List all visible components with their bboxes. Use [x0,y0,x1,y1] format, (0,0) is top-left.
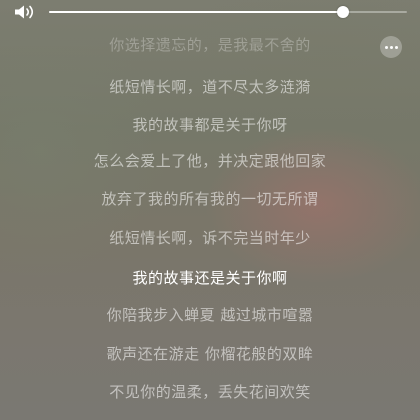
lyric-line[interactable]: 你选择遗忘的，是我最不舍的 [0,35,420,55]
volume-slider[interactable] [49,6,407,18]
volume-bar [0,0,420,26]
lyric-line[interactable]: 歌声还在游走 你榴花般的双眸 [0,344,420,364]
lyric-line[interactable]: 我的故事都是关于你呀 [0,115,420,135]
ellipsis-icon [384,45,388,49]
current-lyric-line[interactable]: 我的故事还是关于你啊 [0,268,420,288]
lyric-line[interactable]: 怎么会爱上了他，并决定跟他回家 [0,151,420,171]
volume-slider-knob[interactable] [336,6,349,18]
lyrics-view[interactable]: 你选择遗忘的，是我最不舍的 纸短情长啊，道不尽太多涟漪 我的故事都是关于你呀 怎… [0,0,420,420]
speaker-icon[interactable] [14,4,36,20]
more-button[interactable] [380,36,402,58]
lyric-line[interactable]: 纸短情长啊，诉不完当时年少 [0,228,420,248]
lyric-line[interactable]: 放弃了我的所有我的一切无所谓 [0,189,420,209]
volume-slider-fill [49,11,343,13]
lyric-line[interactable]: 你陪我步入蝉夏 越过城市喧嚣 [0,305,420,325]
lyric-line[interactable]: 纸短情长啊，道不尽太多涟漪 [0,77,420,97]
lyric-line[interactable]: 不见你的温柔，丢失花间欢笑 [0,382,420,402]
